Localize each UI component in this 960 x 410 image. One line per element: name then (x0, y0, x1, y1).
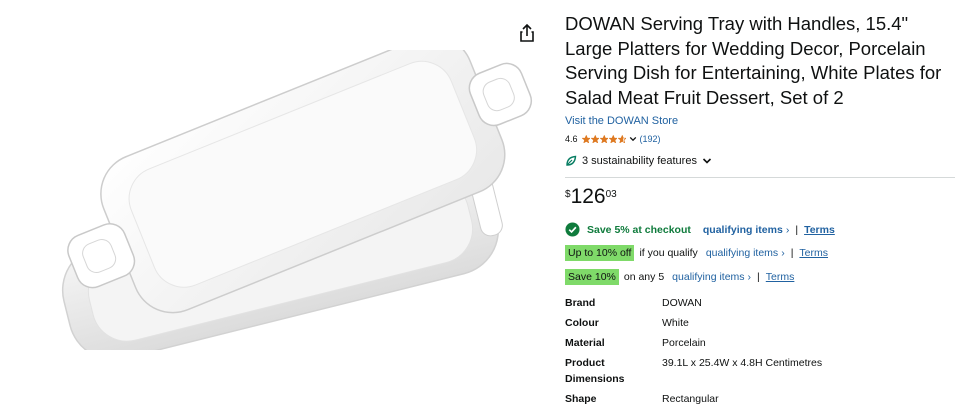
qualifying-items-link[interactable]: qualifying items (672, 271, 744, 283)
qualify-text: if you qualify (639, 247, 698, 259)
chevron-right-icon: › (785, 223, 790, 236)
review-count[interactable]: (192) (640, 134, 661, 144)
bundle-promo: Save 10% on any 5 qualifying items › | T… (565, 269, 955, 285)
chevron-down-icon (702, 158, 712, 164)
qualify-badge: Up to 10% off (565, 245, 635, 261)
spec-row: Material Porcelain (565, 335, 955, 355)
rating-value: 4.6 (565, 134, 578, 144)
bundle-text: on any 5 (623, 271, 665, 283)
separator: | (795, 223, 799, 236)
star-icon (581, 134, 591, 144)
chevron-right-icon: › (747, 271, 752, 283)
check-circle-icon (565, 222, 580, 237)
chevron-right-icon: › (781, 247, 785, 259)
spec-key-material: Material (565, 337, 605, 349)
checkout-promo-text: Save 5% at checkout (587, 223, 691, 236)
spec-key-colour: Colour (565, 317, 599, 329)
divider (565, 177, 955, 178)
separator: | (790, 247, 794, 259)
spec-value-brand: DOWAN (662, 297, 702, 309)
price-whole: 126 (570, 185, 606, 208)
star-rating[interactable] (581, 134, 627, 144)
separator: | (757, 271, 760, 283)
spec-row: Product Dimensions 39.1L x 25.4W x 4.8H … (565, 355, 955, 391)
spec-row: Brand DOWAN (565, 295, 955, 315)
price-fraction: 03 (605, 189, 617, 200)
star-icon (617, 134, 627, 144)
spec-key-dimensions: Product Dimensions (565, 357, 625, 385)
terms-link[interactable]: Terms (766, 271, 795, 283)
checkout-promo: Save 5% at checkout qualifying items › |… (565, 222, 955, 237)
rating-row: 4.6 (192) (565, 132, 955, 146)
spec-key-brand: Brand (565, 297, 596, 309)
star-icon (608, 134, 618, 144)
image-pane (0, 0, 555, 410)
qualify-promo: Up to 10% off if you qualify qualifying … (565, 245, 955, 261)
spec-value-colour: White (662, 317, 689, 329)
spec-row: Shape Rectangular (565, 391, 955, 410)
sustainability-features[interactable]: 3 sustainability features (565, 155, 955, 167)
product-specs: Brand DOWAN Colour White Material Porcel… (565, 295, 955, 410)
qualifying-items-link[interactable]: qualifying items (706, 247, 778, 259)
sustainability-label: 3 sustainability features (582, 155, 697, 167)
share-button[interactable] (516, 22, 538, 44)
spec-value-dimensions: 39.1L x 25.4W x 4.8H Centimetres (662, 357, 823, 369)
chevron-down-icon[interactable] (629, 135, 637, 143)
bundle-badge: Save 10% (565, 269, 619, 285)
star-icon (599, 134, 609, 144)
leaf-icon (566, 155, 577, 166)
spec-row: Colour White (565, 315, 955, 335)
terms-link[interactable]: Terms (804, 224, 835, 236)
product-image[interactable] (30, 50, 555, 350)
qualifying-items-link[interactable]: qualifying items (703, 224, 783, 236)
terms-link[interactable]: Terms (799, 247, 828, 259)
price: $ 126 03 (565, 186, 955, 208)
product-title: DOWAN Serving Tray with Handles, 15.4" L… (565, 13, 942, 108)
spec-value-material: Porcelain (662, 337, 706, 349)
spec-value-shape: Rectangular (662, 393, 719, 405)
store-link[interactable]: Visit the DOWAN Store (565, 115, 955, 127)
spec-key-shape: Shape (565, 393, 597, 405)
share-icon (520, 23, 534, 42)
star-icon (590, 134, 600, 144)
product-details: DOWAN Serving Tray with Handles, 15.4" L… (565, 12, 955, 410)
